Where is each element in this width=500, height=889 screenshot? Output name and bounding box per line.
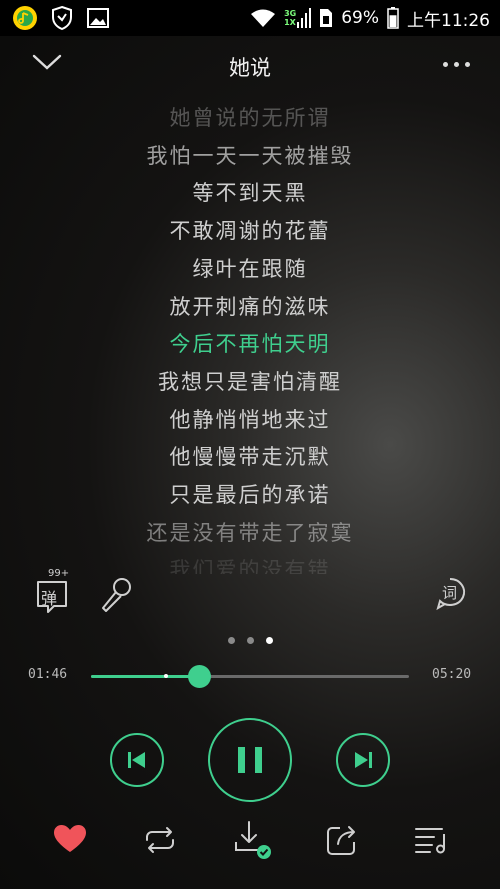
qq-music-icon [13,6,37,30]
lyric-label: 词 [442,584,458,602]
song-title: 她说 [229,56,271,80]
previous-button[interactable] [110,733,164,787]
progress-knob[interactable] [188,665,212,688]
page-dot [246,637,254,644]
progress-fill [91,675,200,678]
lyric-line: 他静悄悄地来过 [169,407,331,432]
shield-icon [52,5,72,31]
wifi-icon [251,9,276,27]
playlist-icon[interactable] [414,826,450,854]
lyric-line-current: 今后不再怕天明 [169,332,331,357]
download-icon[interactable] [234,820,274,862]
network-bottom-label: 1X [284,18,296,27]
lyric-line: 我想只是害怕清醒 [158,369,342,394]
page-dot [227,637,235,644]
pause-icon [238,747,262,773]
network-type: 3G 1X [284,8,312,28]
lyric-line: 只是最后的承诺 [169,483,331,507]
play-pause-button[interactable] [208,718,292,802]
battery-percent: 69% [341,8,379,28]
danmaku-badge: 99+ [48,568,70,579]
status-bar-system: 3G 1X 69% 上午11:26 [250,0,490,36]
lyric-line: 她曾说的无所谓 [169,106,331,130]
next-button[interactable] [336,733,390,787]
lyric-line: 等不到天黑 [192,181,308,206]
total-time: 05:20 [432,667,472,682]
lyrics-panel[interactable]: 她曾说的无所谓 我怕一天一天被摧毁 等不到天黑不敢凋谢的花蕾 绿叶在跟随放开刺痛的滋味… [0,96,500,574]
status-bar: 3G 1X 69% 上午11:26 [0,0,500,36]
skip-next-icon [355,752,372,768]
page-dot [265,637,273,644]
action-bar [0,818,500,866]
sim-icon [320,9,333,27]
lyric-line: 放开刺痛的滋味 [169,294,331,319]
image-icon [87,8,109,28]
network-top-label: 3G [284,9,297,18]
player-header: 她说 [0,36,500,98]
heart-icon[interactable] [53,824,87,854]
lyrics-tools: 99+ 弹 词 [0,568,500,620]
signal-icon [297,8,312,28]
current-time: 01:46 [28,667,68,682]
lyric-line: 不敢凋谢的花蕾 [169,219,331,244]
more-dots-icon[interactable] [443,62,470,67]
lyric-line: 绿叶在跟随 [192,256,308,281]
danmaku-label: 弹 [41,589,58,608]
progress-track[interactable] [91,665,409,688]
playback-controls [0,718,500,808]
progress-bar[interactable]: 01:46 05:20 [0,662,500,690]
lyric-line: 我怕一天一天被摧毁 [146,143,354,168]
clock: 上午11:26 [407,10,490,31]
microphone-icon[interactable] [98,576,134,614]
repeat-icon[interactable] [142,826,178,854]
battery-icon [387,7,399,29]
page-indicator [0,637,500,644]
lyric-line: 还是没有带走了寂寞 [146,520,354,545]
skip-previous-icon [128,752,145,768]
share-icon[interactable] [326,824,358,856]
status-bar-notifications [12,5,110,31]
lyric-line: 他慢慢带走沉默 [169,445,331,470]
